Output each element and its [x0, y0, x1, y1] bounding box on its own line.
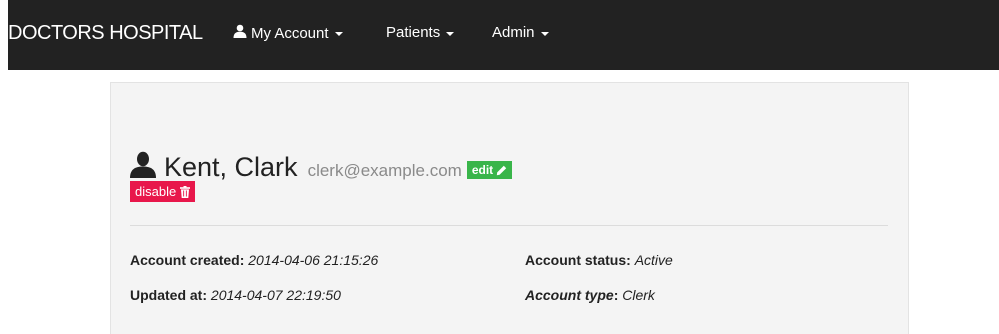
nav-admin-label: Admin — [492, 24, 535, 41]
account-type: Account type: Clerk — [525, 287, 655, 303]
nav-patients[interactable]: Patients — [386, 24, 455, 41]
trash-icon — [180, 185, 191, 198]
top-navbar: DOCTORS HOSPITAL My Account Patients Adm… — [8, 0, 999, 70]
account-status-value: Active — [634, 252, 673, 268]
nav-patients-label: Patients — [386, 24, 441, 41]
user-icon — [233, 24, 247, 42]
chevron-down-icon — [540, 31, 549, 36]
user-icon — [130, 151, 156, 183]
profile-heading: Kent, Clark clerk@example.com edit — [130, 149, 513, 183]
nav-my-account[interactable]: My Account — [233, 24, 343, 42]
updated-at-label: Updated at — [130, 287, 203, 303]
account-type-value: Clerk — [622, 287, 655, 303]
disable-button-label: disable — [135, 184, 177, 199]
account-status: Account status: Active — [525, 252, 673, 268]
account-type-label: Account type — [525, 287, 614, 303]
profile-name: Kent, Clark — [164, 152, 298, 182]
account-created-value: 2014-04-06 21:15:26 — [248, 252, 379, 268]
edit-button-label: edit — [471, 163, 494, 177]
chevron-down-icon — [446, 31, 455, 36]
chevron-down-icon — [334, 32, 343, 36]
account-created-label: Account created — [130, 252, 240, 268]
edit-button[interactable]: edit — [466, 161, 513, 179]
account-panel: Kent, Clark clerk@example.com edit disab… — [110, 82, 909, 334]
updated-at-value: 2014-04-07 22:19:50 — [210, 287, 341, 303]
divider — [130, 225, 888, 226]
account-status-label: Account status — [525, 252, 627, 268]
nav-my-account-label: My Account — [251, 24, 329, 42]
pencil-icon — [496, 165, 507, 175]
updated-at: Updated at: 2014-04-07 22:19:50 — [130, 287, 341, 303]
profile-email: clerk@example.com — [307, 161, 462, 180]
nav-admin[interactable]: Admin — [492, 24, 549, 41]
disable-button[interactable]: disable — [130, 181, 196, 202]
brand-logo[interactable]: DOCTORS HOSPITAL — [8, 22, 203, 45]
account-created: Account created: 2014-04-06 21:15:26 — [130, 252, 379, 268]
